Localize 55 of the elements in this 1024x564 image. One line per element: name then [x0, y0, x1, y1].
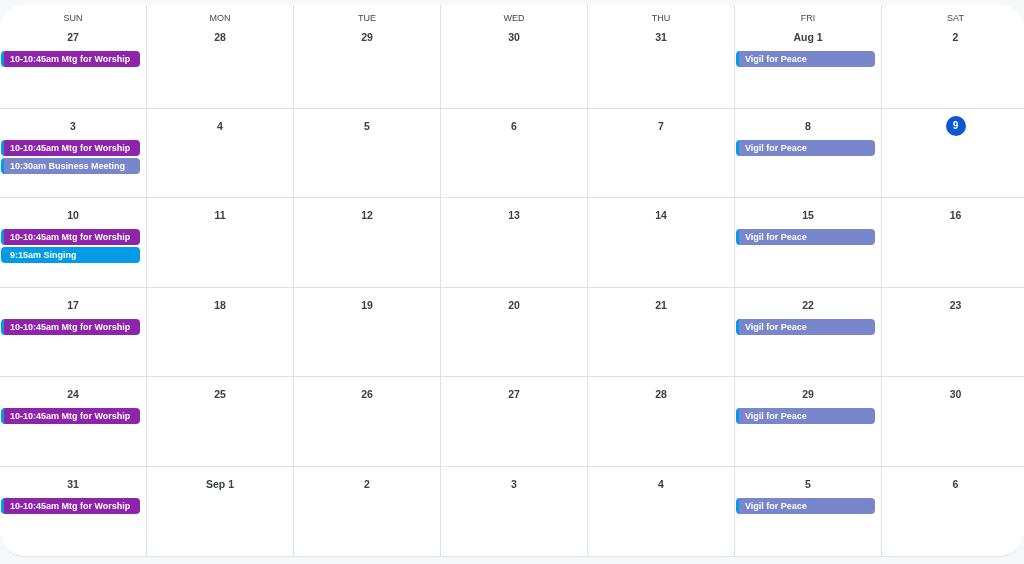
date-number[interactable]: 10	[63, 205, 83, 226]
date-number[interactable]: 3	[63, 116, 83, 136]
date-number[interactable]: 13	[504, 205, 524, 226]
date-number[interactable]: 15	[798, 205, 818, 226]
date-number[interactable]: 26	[357, 384, 377, 405]
date-number[interactable]: Aug 1	[793, 27, 823, 47]
date-number[interactable]: 11	[210, 205, 230, 226]
date-number[interactable]: 23	[945, 294, 966, 315]
event-chip[interactable]: 10-10:45am Mtg for Worship	[1, 408, 140, 425]
date-number[interactable]: 31	[651, 27, 671, 47]
weekday-label: MON	[209, 12, 231, 25]
weekday-label: TUE	[358, 12, 376, 25]
date-number[interactable]: 29	[798, 384, 818, 405]
date-number[interactable]: Sep 1	[206, 473, 234, 494]
date-number[interactable]: 4	[651, 473, 671, 494]
date-number[interactable]: 28	[210, 27, 230, 47]
event-chip[interactable]: 10-10:45am Mtg for Worship	[1, 51, 140, 67]
event-chip[interactable]: 10-10:45am Mtg for Worship	[1, 318, 140, 335]
date-number[interactable]: 6	[945, 473, 966, 494]
date-number[interactable]: 8	[798, 116, 818, 136]
event-chip[interactable]: 10-10:45am Mtg for Worship	[1, 497, 140, 514]
event-chip[interactable]: 10-10:45am Mtg for Worship	[1, 229, 140, 246]
date-number[interactable]: 2	[945, 27, 966, 47]
date-number[interactable]: 17	[63, 294, 83, 315]
date-number[interactable]: 31	[63, 473, 83, 494]
date-number[interactable]: 25	[210, 384, 230, 405]
date-number[interactable]: 7	[651, 116, 671, 136]
date-number[interactable]: 30	[945, 384, 966, 405]
weekday-label: SUN	[63, 12, 83, 25]
date-number[interactable]: 16	[945, 205, 966, 226]
weekday-label: SAT	[947, 12, 964, 25]
date-number[interactable]: 30	[504, 27, 524, 47]
date-number[interactable]: 28	[651, 384, 671, 405]
date-number[interactable]: 18	[210, 294, 230, 315]
date-number[interactable]: 27	[63, 27, 83, 47]
today-date[interactable]: 9	[945, 116, 966, 136]
date-number[interactable]: 6	[504, 116, 524, 136]
date-number[interactable]: 5	[357, 116, 377, 136]
date-number[interactable]: 2	[357, 473, 377, 494]
date-number[interactable]: 19	[357, 294, 377, 315]
date-number[interactable]: 22	[798, 294, 818, 315]
weekday-label: WED	[503, 12, 525, 25]
date-number[interactable]: 21	[651, 294, 671, 315]
date-number[interactable]: 5	[798, 473, 818, 494]
date-number[interactable]: 14	[651, 205, 671, 226]
date-number[interactable]: 3	[504, 473, 524, 494]
event-chip[interactable]: 10-10:45am Mtg for Worship	[1, 140, 140, 156]
date-number[interactable]: 27	[504, 384, 524, 405]
date-number[interactable]: 29	[357, 27, 377, 47]
date-number[interactable]: 12	[357, 205, 377, 226]
date-number[interactable]: 20	[504, 294, 524, 315]
weekday-label: THU	[651, 12, 671, 25]
date-number[interactable]: 24	[63, 384, 83, 405]
date-number[interactable]: 4	[210, 116, 230, 136]
weekday-label: FRI	[800, 12, 816, 25]
